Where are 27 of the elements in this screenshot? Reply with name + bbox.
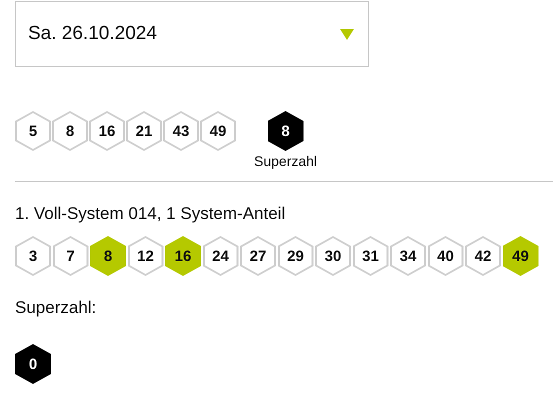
superzahl-hexagon: 8 — [268, 111, 304, 151]
number-hexagon: 49 — [200, 111, 236, 151]
number-hexagon: 31 — [352, 236, 388, 276]
caret-icon — [340, 28, 354, 40]
number-hexagon: 30 — [315, 236, 351, 276]
number-hexagon: 8 — [52, 111, 88, 151]
number-hexagon: 5 — [15, 111, 51, 151]
number-hexagon: 3 — [15, 236, 51, 276]
number-hexagon: 16 — [89, 111, 125, 151]
number-hexagon: 29 — [278, 236, 314, 276]
ticket-title: 1. Voll-System 014, 1 System-Anteil — [15, 204, 286, 224]
number-hexagon: 8 — [90, 236, 126, 276]
number-hexagon: 43 — [163, 111, 199, 151]
number-hexagon: 16 — [165, 236, 201, 276]
number-hexagon: 7 — [52, 236, 88, 276]
number-hexagon: 21 — [126, 111, 162, 151]
number-hexagon: 27 — [240, 236, 276, 276]
superzahl-label: Superzahl: — [15, 298, 98, 318]
number-hexagon: 12 — [128, 236, 164, 276]
superzahl-label: Superzahl — [254, 153, 318, 169]
number-hexagon: 34 — [390, 236, 426, 276]
superzahl-hexagon: 0 — [15, 344, 51, 384]
number-hexagon: 42 — [465, 236, 501, 276]
number-hexagon: 40 — [428, 236, 464, 276]
date-dropdown[interactable]: Sa. 26.10.2024 — [15, 1, 369, 67]
number-hexagon: 24 — [202, 236, 238, 276]
number-hexagon: 49 — [502, 236, 538, 276]
